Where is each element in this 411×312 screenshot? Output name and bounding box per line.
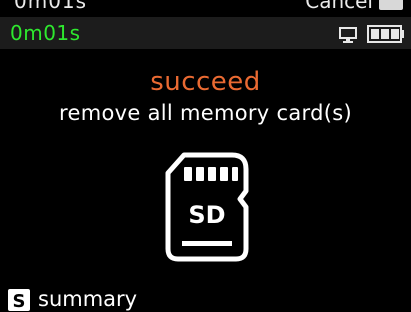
summary-label[interactable]: summary <box>38 287 137 311</box>
footer-bar: S summary <box>0 282 411 312</box>
s-key-icon[interactable]: S <box>8 289 30 311</box>
s-key-letter: S <box>13 291 26 311</box>
cancel-key-icon <box>379 0 403 10</box>
previous-timer: 0m01s <box>14 0 88 13</box>
sd-card-icon: SD <box>165 152 249 262</box>
status-bar: 0m01s <box>0 17 411 49</box>
status-message: remove all memory card(s) <box>59 101 352 125</box>
battery-icon <box>367 25 404 43</box>
main-panel: succeed remove all memory card(s) SD <box>0 49 411 282</box>
previous-screen-strip: 0m01s Cancel <box>0 0 411 17</box>
monitor-icon <box>339 27 357 43</box>
cancel-label: Cancel <box>305 0 373 13</box>
sd-card-label: SD <box>188 201 225 229</box>
elapsed-timer: 0m01s <box>10 21 81 45</box>
status-title: succeed <box>150 67 261 97</box>
